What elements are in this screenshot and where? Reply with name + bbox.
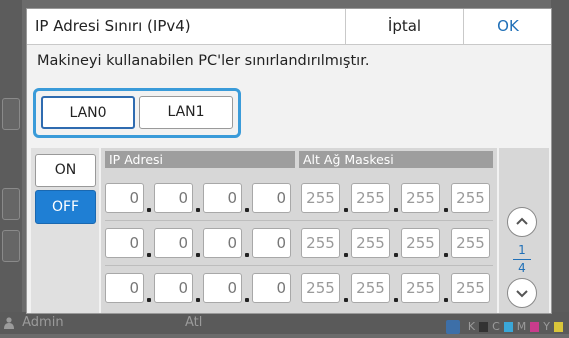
octet-separator xyxy=(394,253,398,257)
octet-separator xyxy=(147,208,151,212)
ip-octet-field[interactable]: 0 xyxy=(105,183,144,213)
table-row: 0 0 0 0 255 255 255 255 xyxy=(101,176,497,221)
tab-lan0[interactable]: LAN0 xyxy=(41,96,135,129)
ok-button[interactable]: OK xyxy=(463,9,552,44)
octet-separator xyxy=(196,298,200,302)
octet-separator xyxy=(394,298,398,302)
background-right-panel xyxy=(551,0,569,334)
ip-octet-field[interactable]: 0 xyxy=(252,183,291,213)
ink-levels: K C M Y xyxy=(445,316,563,338)
edit-icon xyxy=(445,320,460,334)
ip-octet-field[interactable]: 0 xyxy=(154,273,193,303)
background-tab xyxy=(2,188,20,220)
lan-selector: LAN0 LAN1 xyxy=(33,88,241,138)
tab-lan1[interactable]: LAN1 xyxy=(139,96,233,129)
background-tab xyxy=(2,230,20,262)
ink-black xyxy=(479,322,489,332)
octet-separator xyxy=(444,298,448,302)
mask-octet-field[interactable]: 255 xyxy=(401,273,440,303)
octet-separator xyxy=(245,253,249,257)
status-center-text: Atl xyxy=(185,315,203,330)
chevron-down-icon xyxy=(516,290,528,298)
ink-magenta xyxy=(530,322,540,332)
table-row: 0 0 0 0 255 255 255 255 xyxy=(101,266,497,311)
user-icon xyxy=(4,316,14,329)
octet-separator xyxy=(147,298,151,302)
background-status-bar: Admin Atl K C M Y xyxy=(0,312,569,334)
mask-octet-field[interactable]: 255 xyxy=(401,183,440,213)
octet-separator xyxy=(344,253,348,257)
octet-separator xyxy=(344,208,348,212)
page-divider xyxy=(513,259,531,260)
octet-separator xyxy=(444,253,448,257)
mask-octet-field[interactable]: 255 xyxy=(401,228,440,258)
on-off-toggle-group: ON OFF xyxy=(31,148,99,313)
octet-separator xyxy=(196,208,200,212)
ip-address-header: IP Adresi xyxy=(105,151,295,168)
mask-octet-field[interactable]: 255 xyxy=(301,183,340,213)
ip-octet-field[interactable]: 0 xyxy=(154,228,193,258)
ip-octet-field[interactable]: 0 xyxy=(203,228,242,258)
octet-separator xyxy=(394,208,398,212)
ink-label-y: Y xyxy=(543,320,550,333)
ip-octet-field[interactable]: 0 xyxy=(252,228,291,258)
page-current: 1 xyxy=(518,243,526,257)
background-left-panel xyxy=(0,0,22,334)
user-name: Admin xyxy=(22,315,64,330)
ip-octet-field[interactable]: 0 xyxy=(203,273,242,303)
page-indicator: 1 4 xyxy=(507,244,537,275)
dialog-message: Makineyi kullanabilen PC'ler sınırlandır… xyxy=(37,53,370,69)
mask-octet-field[interactable]: 255 xyxy=(301,273,340,303)
octet-separator xyxy=(196,253,200,257)
octet-separator xyxy=(444,208,448,212)
mask-octet-field[interactable]: 255 xyxy=(301,228,340,258)
ip-restriction-dialog: IP Adresi Sınırı (IPv4) İptal OK Makiney… xyxy=(26,8,552,314)
on-button[interactable]: ON xyxy=(35,154,96,187)
octet-separator xyxy=(245,208,249,212)
dialog-titlebar: IP Adresi Sınırı (IPv4) İptal OK xyxy=(27,9,551,45)
ink-label-m: M xyxy=(516,320,527,333)
ip-octet-field[interactable]: 0 xyxy=(154,183,193,213)
ink-label-k: K xyxy=(467,320,476,333)
octet-separator xyxy=(245,298,249,302)
page-total: 4 xyxy=(518,261,526,275)
ink-yellow xyxy=(554,322,563,332)
octet-separator xyxy=(344,298,348,302)
scroll-down-button[interactable] xyxy=(507,278,537,308)
ip-table: IP Adresi Alt Ağ Maskesi 0 0 0 0 255 255 255 25… xyxy=(101,148,497,313)
mask-octet-field[interactable]: 255 xyxy=(451,228,490,258)
subnet-mask-header: Alt Ağ Maskesi xyxy=(299,151,493,168)
scroll-column: 1 4 xyxy=(499,148,549,313)
cancel-button[interactable]: İptal xyxy=(345,9,463,44)
table-row: 0 0 0 0 255 255 255 255 xyxy=(101,221,497,266)
off-button[interactable]: OFF xyxy=(35,190,96,224)
scroll-up-button[interactable] xyxy=(507,207,537,237)
ink-cyan xyxy=(503,322,513,332)
dialog-title: IP Adresi Sınırı (IPv4) xyxy=(35,17,191,35)
user-info: Admin xyxy=(4,312,64,334)
mask-octet-field[interactable]: 255 xyxy=(351,273,390,303)
mask-octet-field[interactable]: 255 xyxy=(351,228,390,258)
mask-octet-field[interactable]: 255 xyxy=(451,183,490,213)
ip-octet-field[interactable]: 0 xyxy=(105,273,144,303)
ip-octet-field[interactable]: 0 xyxy=(105,228,144,258)
mask-octet-field[interactable]: 255 xyxy=(351,183,390,213)
ip-octet-field[interactable]: 0 xyxy=(252,273,291,303)
background-tab xyxy=(2,98,20,130)
ip-octet-field[interactable]: 0 xyxy=(203,183,242,213)
mask-octet-field[interactable]: 255 xyxy=(451,273,490,303)
ink-label-c: C xyxy=(492,320,500,333)
octet-separator xyxy=(147,253,151,257)
chevron-up-icon xyxy=(516,217,528,225)
